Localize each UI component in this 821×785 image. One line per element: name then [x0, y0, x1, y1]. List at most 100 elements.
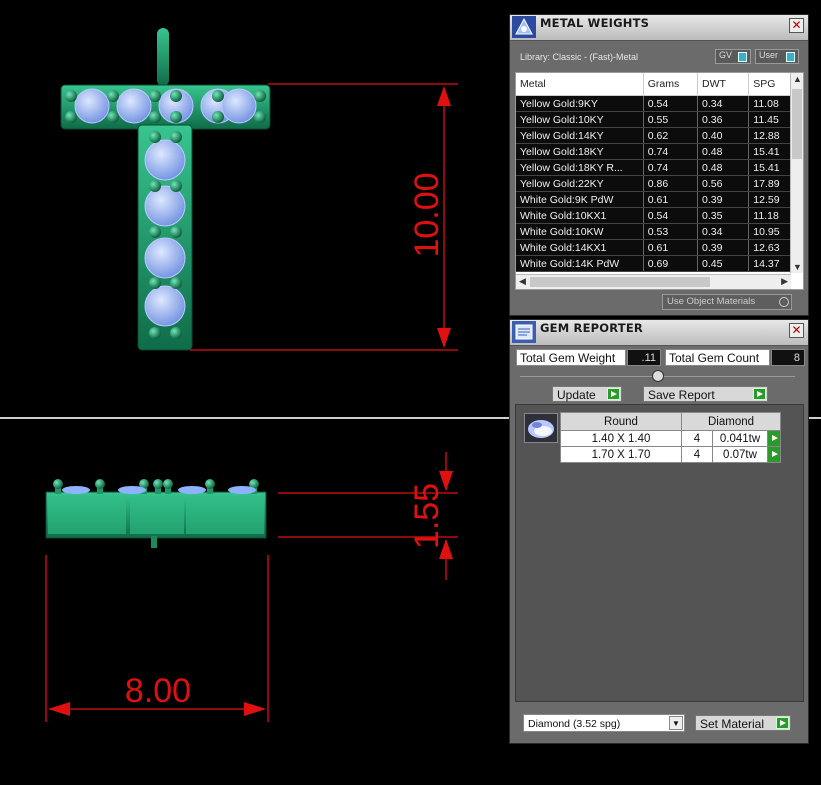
set-material-button[interactable]: Set Material: [695, 715, 791, 731]
prong: [149, 180, 161, 192]
dim-thickness-label: 1.55: [408, 483, 446, 549]
gv-toggle-label: GV: [719, 50, 733, 60]
table-cell: 0.39: [697, 191, 750, 208]
table-row[interactable]: Yellow Gold:22KY 0.86 0.56 17.89: [516, 175, 796, 192]
metal-weights-titlebar[interactable]: METAL WEIGHTS ✕: [510, 15, 808, 41]
gem-stone: [144, 285, 186, 327]
gem-stone: [74, 88, 110, 124]
table-row[interactable]: Yellow Gold:14KY 0.62 0.40 12.88: [516, 127, 796, 144]
table-row[interactable]: White Gold:14K PdW 0.69 0.45 14.37: [516, 255, 796, 272]
table-row[interactable]: Yellow Gold:18KY R... 0.74 0.48 15.41: [516, 159, 796, 176]
table-cell: 0.61: [643, 191, 698, 208]
user-toggle[interactable]: User: [755, 49, 799, 64]
table-cell: Yellow Gold:9KY: [516, 95, 644, 112]
gem-row[interactable]: 1.40 X 1.40 4 0.041tw: [560, 430, 781, 447]
table-cell: 0.48: [697, 159, 750, 176]
gem-side: [62, 486, 90, 494]
use-object-materials-toggle[interactable]: Use Object Materials: [662, 294, 792, 310]
gem-side: [118, 486, 146, 494]
prong: [170, 131, 182, 143]
table-cell: 0.74: [643, 143, 698, 160]
gem-count: 4: [681, 446, 713, 463]
metal-weights-icon: [512, 16, 536, 38]
table-row[interactable]: White Gold:10KX1 0.54 0.35 11.18: [516, 207, 796, 224]
scroll-right-icon[interactable]: ▶: [781, 276, 788, 287]
prong: [107, 90, 119, 102]
use-object-materials-label: Use Object Materials: [667, 296, 756, 307]
table-cell: 0.74: [643, 159, 698, 176]
vertical-scrollbar[interactable]: ▲ ▼: [790, 73, 803, 273]
report-slider-knob[interactable]: [652, 370, 664, 382]
total-gem-weight-value: .11: [627, 349, 661, 366]
table-cell: White Gold:10KX1: [516, 207, 644, 224]
gem-stone: [221, 88, 257, 124]
update-button[interactable]: Update: [552, 386, 622, 402]
table-cell: Yellow Gold:18KY R...: [516, 159, 644, 176]
scroll-up-icon[interactable]: ▲: [793, 74, 802, 84]
prong-tip: [53, 479, 63, 489]
gem-reporter-titlebar[interactable]: GEM REPORTER ✕: [510, 320, 808, 346]
gem-row[interactable]: 1.70 X 1.70 4 0.07tw: [560, 446, 781, 463]
horizontal-scrollbar[interactable]: ◀ ▶: [516, 274, 791, 289]
gem-stone: [144, 139, 186, 181]
table-row[interactable]: White Gold:9K PdW 0.61 0.39 12.59: [516, 191, 796, 208]
scroll-left-icon[interactable]: ◀: [519, 276, 526, 287]
table-cell: 0.45: [697, 255, 750, 272]
material-select[interactable]: Diamond (3.52 spg) ▼: [523, 714, 685, 732]
prong: [149, 327, 161, 339]
gem-reporter-panel: GEM REPORTER ✕ Total Gem Weight .11 Tota…: [509, 319, 809, 744]
table-cell: 0.34: [697, 95, 750, 112]
prong: [170, 277, 182, 289]
go-arrow-icon[interactable]: [767, 430, 781, 447]
update-label: Update: [557, 388, 596, 402]
gem-list-area: Round Diamond 1.40 X 1.40 4 0.041tw 1.70 X …: [515, 404, 804, 702]
col-grams[interactable]: Grams: [643, 73, 698, 96]
gem-material-header: Diamond: [681, 412, 781, 431]
table-cell: 12.59: [748, 191, 796, 208]
table-cell: 0.54: [643, 207, 698, 224]
prong-tip: [205, 479, 215, 489]
table-cell: 0.35: [697, 207, 750, 224]
metal-table: Metal Grams DWT SPG Yellow Gold:9KY 0.54 0…: [515, 72, 804, 290]
col-dwt[interactable]: DWT: [697, 73, 750, 96]
gem-table: Round Diamond 1.40 X 1.40 4 0.041tw 1.70 X …: [560, 412, 781, 463]
gem-thumbnail-icon[interactable]: [524, 413, 558, 443]
go-arrow-icon: [607, 388, 620, 400]
close-icon[interactable]: ✕: [789, 323, 804, 338]
chevron-down-icon[interactable]: ▼: [669, 716, 683, 730]
prong-tip: [95, 479, 105, 489]
scroll-down-icon[interactable]: ▼: [793, 262, 802, 272]
prong: [170, 327, 182, 339]
gv-toggle[interactable]: GV: [715, 49, 751, 64]
prong: [170, 111, 182, 123]
table-row[interactable]: Yellow Gold:9KY 0.54 0.34 11.08: [516, 95, 796, 112]
table-cell: White Gold:10KW: [516, 223, 644, 240]
prong: [149, 131, 161, 143]
gem-weight: 0.041tw: [712, 430, 768, 447]
table-cell: 0.54: [643, 95, 698, 112]
col-metal[interactable]: Metal: [516, 73, 644, 96]
prong: [170, 226, 182, 238]
prong: [254, 90, 266, 102]
metal-weights-title: METAL WEIGHTS: [540, 16, 650, 30]
table-cell: 10.95: [748, 223, 796, 240]
table-row[interactable]: White Gold:14KX1 0.61 0.39 12.63: [516, 239, 796, 256]
prong: [212, 111, 224, 123]
col-spg[interactable]: SPG: [748, 73, 796, 96]
table-row[interactable]: Yellow Gold:10KY 0.55 0.36 11.45: [516, 111, 796, 128]
table-cell: Yellow Gold:10KY: [516, 111, 644, 128]
go-arrow-icon[interactable]: [767, 446, 781, 463]
top-view-t-pendant: [60, 28, 271, 351]
gem-side: [178, 486, 206, 494]
gem-reporter-title: GEM REPORTER: [540, 321, 643, 335]
library-label: Library: Classic - (Fast)-Metal: [520, 52, 639, 62]
table-row[interactable]: White Gold:10KW 0.53 0.34 10.95: [516, 223, 796, 240]
dim-width-label: 8.00: [125, 672, 191, 710]
close-icon[interactable]: ✕: [789, 18, 804, 33]
save-report-button[interactable]: Save Report: [643, 386, 768, 402]
set-material-label: Set Material: [700, 717, 765, 731]
table-row[interactable]: Yellow Gold:18KY 0.74 0.48 15.41: [516, 143, 796, 160]
prong-tip: [163, 479, 173, 489]
table-cell: 17.89: [748, 175, 796, 192]
go-arrow-icon: [753, 388, 766, 400]
